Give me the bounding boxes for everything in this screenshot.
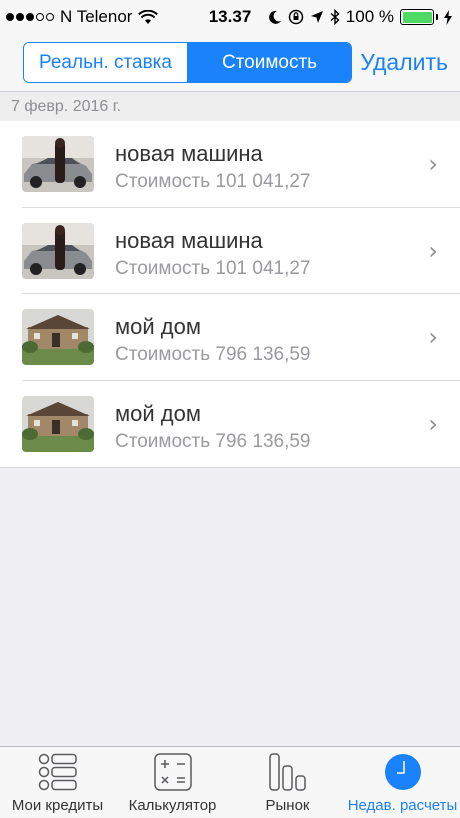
- status-left: N Telenor: [6, 7, 159, 27]
- list-icon: [38, 750, 78, 794]
- navigation-bar: Реальн. ставка Стоимость Удалить: [0, 34, 460, 92]
- status-time: 13.37: [208, 7, 252, 26]
- battery-icon: [400, 9, 438, 25]
- house-photo-thumbnail: [22, 395, 94, 452]
- charging-bolt-icon: [444, 9, 452, 25]
- delete-button[interactable]: Удалить: [360, 49, 448, 76]
- list-item[interactable]: новая машина Стоимость 101 041,27 ›: [0, 208, 460, 295]
- tab-my-loans[interactable]: Мои кредиты: [0, 747, 115, 818]
- list-item-text: новая машина Стоимость 101 041,27: [115, 141, 311, 194]
- calculations-list: новая машина Стоимость 101 041,27 › нова…: [0, 121, 460, 468]
- location-icon: [310, 11, 323, 23]
- tab-market[interactable]: Рынок: [230, 747, 345, 818]
- list-item-subtitle: Стоимость 101 041,27: [115, 257, 311, 279]
- tab-label: Рынок: [265, 797, 310, 814]
- segment-real-rate[interactable]: Реальн. ставка: [24, 43, 187, 82]
- bluetooth-icon: [330, 9, 340, 25]
- chevron-right-icon: ›: [428, 150, 438, 179]
- list-item-subtitle: Стоимость 101 041,27: [115, 171, 311, 192]
- battery-percent: 100 %: [345, 7, 394, 26]
- car-photo-thumbnail: [22, 222, 94, 279]
- list-item-title: мой дом: [115, 400, 201, 426]
- carrier-name: N Telenor: [60, 7, 133, 26]
- car-photo-thumbnail: [22, 136, 94, 193]
- list-item-subtitle: Стоимость 796 136,59: [115, 430, 311, 452]
- bar-chart-icon: [268, 750, 308, 794]
- segmented-control: Реальн. ставка Стоимость: [23, 42, 352, 83]
- list-item-text: новая машина Стоимость 101 041,27: [115, 228, 311, 281]
- tab-bar: Мои кредиты Калькулятор Рынок Недав. рас…: [0, 746, 460, 818]
- segment-cost[interactable]: Стоимость: [187, 43, 351, 82]
- tab-label: Калькулятор: [128, 797, 217, 814]
- signal-strength-icon: [6, 13, 54, 21]
- status-bar: N Telenor 13.37 100 %: [0, 0, 460, 34]
- wifi-icon: [138, 9, 159, 24]
- list-item-text: мой дом Стоимость 796 136,59: [115, 401, 311, 454]
- list-item-subtitle: Стоимость 796 136,59: [115, 344, 311, 365]
- chevron-right-icon: ›: [428, 409, 438, 438]
- tab-calculator[interactable]: Калькулятор: [115, 747, 230, 818]
- calculator-icon: [153, 750, 193, 794]
- list-item-title: мой дом: [115, 314, 201, 339]
- list-item[interactable]: новая машина Стоимость 101 041,27 ›: [0, 121, 460, 208]
- moon-icon: [268, 10, 281, 24]
- tab-label: Мои кредиты: [11, 797, 104, 814]
- tab-label: Недав. расчеты: [347, 797, 458, 814]
- status-right: 100 %: [268, 7, 452, 27]
- list-item-text: мой дом Стоимость 796 136,59: [115, 314, 311, 367]
- list-item-title: новая машина: [115, 141, 263, 166]
- chevron-right-icon: ›: [428, 323, 438, 352]
- section-header-date: 7 февр. 2016 г.: [0, 93, 460, 121]
- chevron-right-icon: ›: [428, 236, 438, 265]
- rotation-lock-icon: [288, 9, 304, 25]
- list-item-title: новая машина: [115, 227, 263, 253]
- list-item[interactable]: мой дом Стоимость 796 136,59 ›: [0, 294, 460, 381]
- tab-recent-calculations[interactable]: Недав. расчеты: [345, 747, 460, 818]
- house-photo-thumbnail: [22, 309, 94, 366]
- list-item[interactable]: мой дом Стоимость 796 136,59 ›: [0, 381, 460, 468]
- clock-icon: [383, 750, 423, 794]
